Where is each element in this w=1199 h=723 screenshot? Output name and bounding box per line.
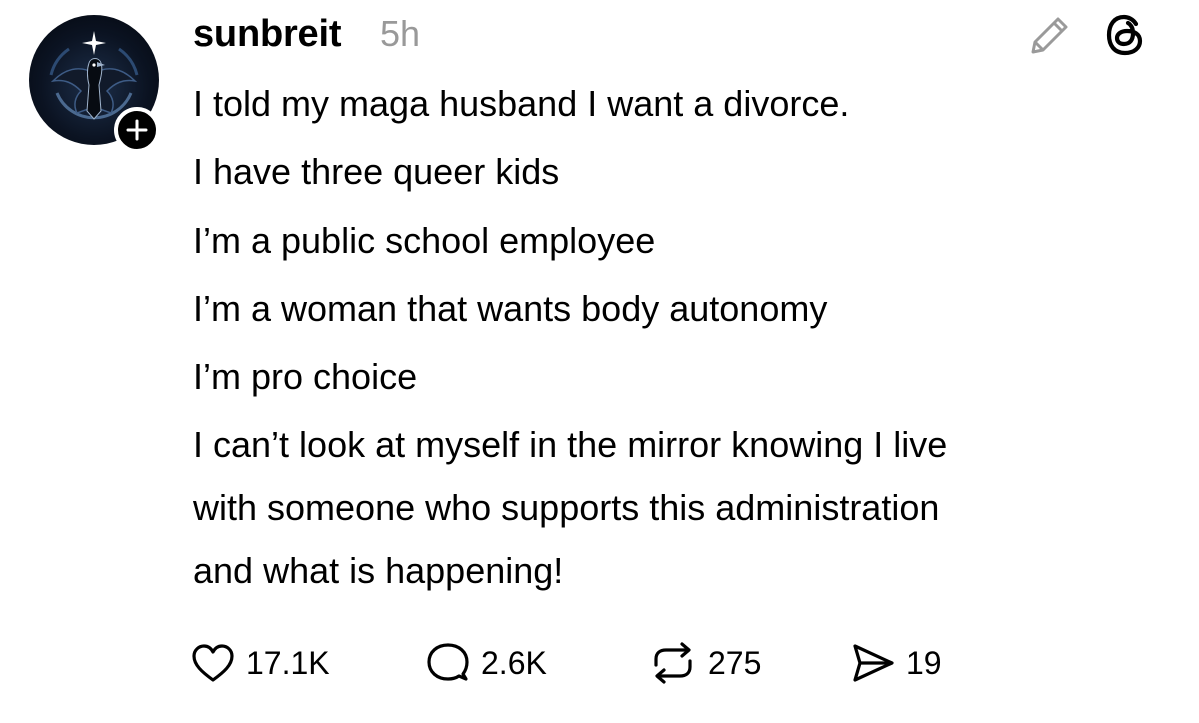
username[interactable]: sunbreit <box>193 10 342 58</box>
reply-count: 2.6K <box>481 645 547 681</box>
post-text-line: I’m pro choice <box>193 356 418 397</box>
post-text-line: I can’t look at myself in the mirror kno… <box>193 424 948 465</box>
pencil-icon[interactable] <box>1028 13 1072 57</box>
threads-logo-icon[interactable] <box>1103 12 1149 58</box>
post-text-line: I’m a public school employee <box>193 220 656 261</box>
paper-plane-icon <box>853 644 894 682</box>
post-text-line: I have three queer kids <box>193 151 560 192</box>
post-text-line: I told my maga husband I want a divorce. <box>193 83 850 124</box>
share-button[interactable]: 19 <box>850 638 942 688</box>
follow-button[interactable] <box>114 107 160 153</box>
plus-icon <box>126 119 148 141</box>
like-count: 17.1K <box>246 645 330 681</box>
repost-count: 275 <box>708 645 762 681</box>
post-text-line: I’m a woman that wants body autonomy <box>193 288 828 329</box>
post-timestamp: 5h <box>380 13 421 54</box>
reply-button[interactable]: 2.6K <box>425 638 547 688</box>
repost-button[interactable]: 275 <box>648 638 761 688</box>
like-button[interactable]: 17.1K <box>190 638 330 688</box>
speech-bubble-icon <box>427 643 469 681</box>
post-text-line: and what is happening! <box>193 550 564 591</box>
share-count: 19 <box>906 645 942 681</box>
avatar-container[interactable] <box>29 15 160 153</box>
repost-icon <box>654 642 692 684</box>
post-text-line: with someone who supports this administr… <box>193 487 940 528</box>
heart-icon <box>192 644 234 682</box>
